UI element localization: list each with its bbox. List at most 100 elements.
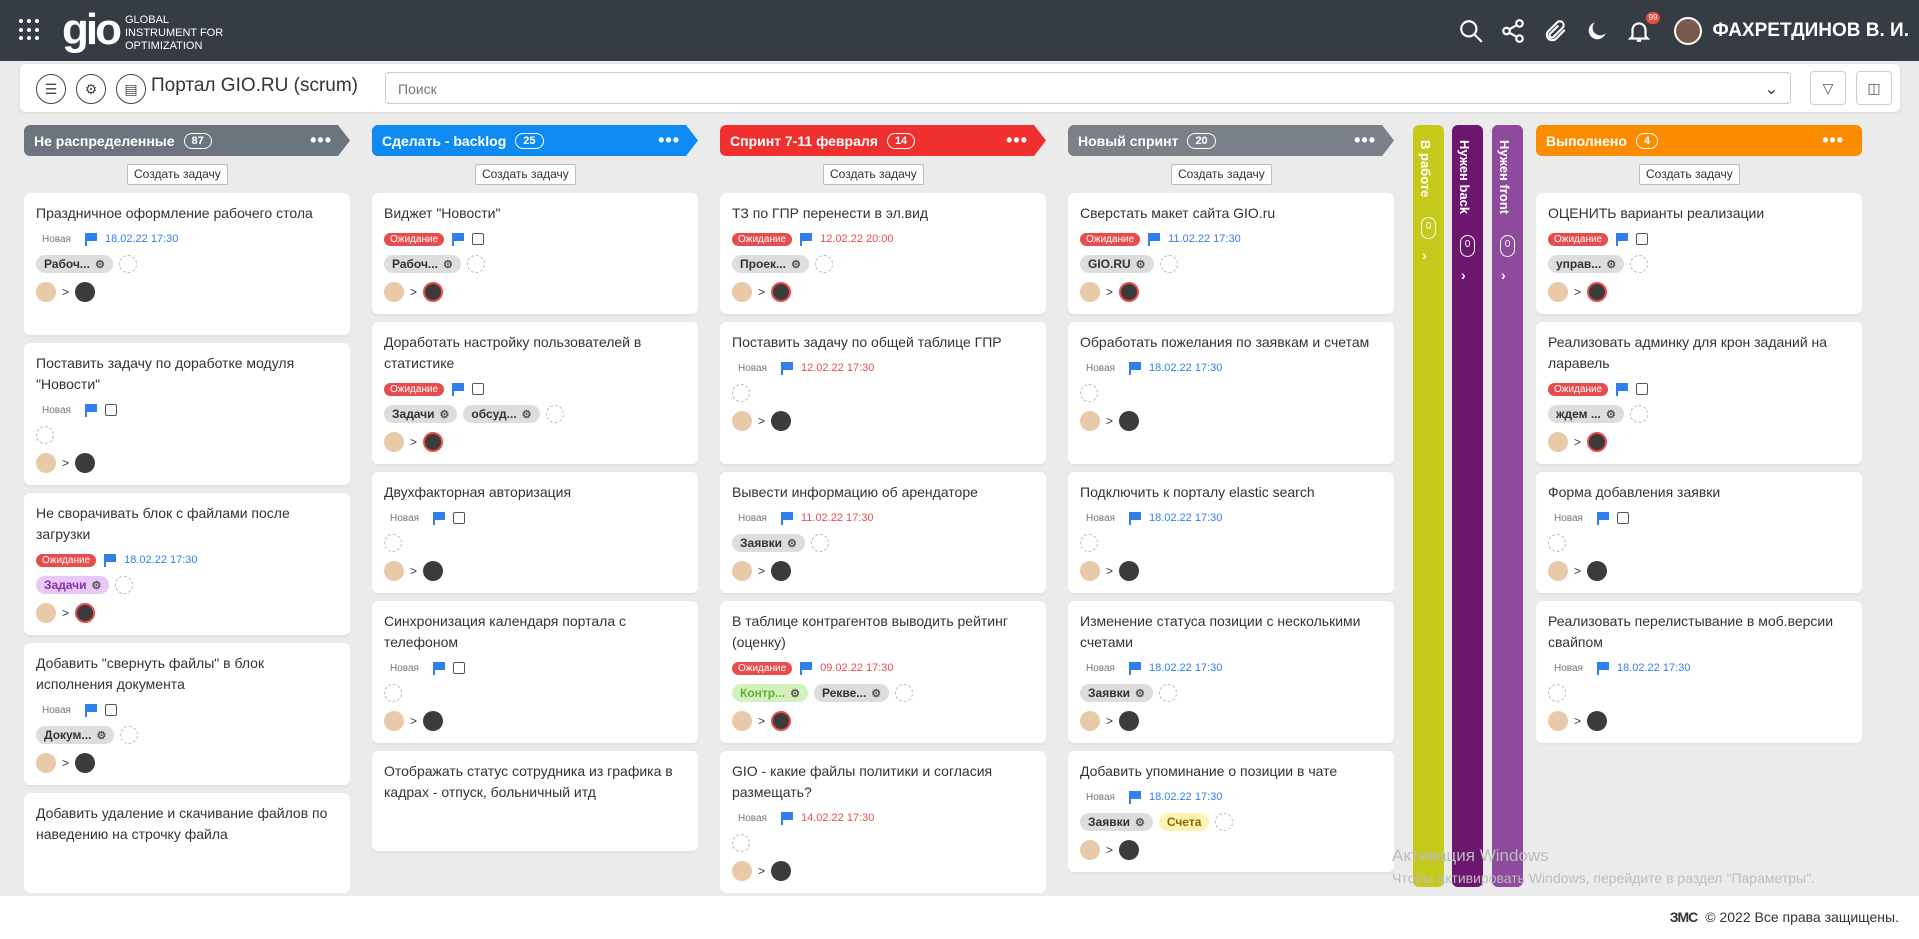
gear-icon[interactable]: ⚙ <box>1135 816 1145 829</box>
calendar-icon[interactable] <box>1616 512 1629 524</box>
create-task-button[interactable]: Создать задачу <box>475 164 576 185</box>
calendar-icon[interactable] <box>472 233 485 245</box>
task-title[interactable]: Праздничное оформление рабочего стола <box>36 203 338 224</box>
author-avatar[interactable] <box>1080 840 1100 860</box>
flag-icon[interactable] <box>432 511 445 525</box>
flag-icon[interactable] <box>1596 661 1609 675</box>
task-title[interactable]: Виджет "Новости" <box>384 203 686 224</box>
task-title[interactable]: ТЗ по ГПР перенести в эл.вид <box>732 203 1034 224</box>
flag-icon[interactable] <box>1128 511 1141 525</box>
task-title[interactable]: Подключить к порталу elastic search <box>1080 482 1382 503</box>
create-task-button[interactable]: Создать задачу <box>127 164 228 185</box>
task-tag[interactable]: Рабоч... ⚙ <box>384 255 461 273</box>
task-card[interactable]: Двухфакторная авторизация Новая > <box>372 472 698 593</box>
task-tag[interactable]: Рабоч... ⚙ <box>36 255 113 273</box>
task-title[interactable]: Обработать пожелания по заявкам и счетам <box>1080 332 1382 353</box>
task-title[interactable]: Добавить удаление и скачивание файлов по… <box>36 803 338 845</box>
add-tag-icon[interactable] <box>115 576 134 594</box>
author-avatar[interactable] <box>384 711 404 731</box>
author-avatar[interactable] <box>732 411 752 431</box>
add-tag-icon[interactable] <box>1159 255 1178 273</box>
assignee-avatar[interactable] <box>423 282 444 302</box>
task-card[interactable]: Виджет "Новости" Ожидание Рабоч... ⚙ > <box>372 193 698 314</box>
column-header[interactable]: Новый спринт 20 ••• <box>1068 125 1394 156</box>
task-card[interactable]: Добавить удаление и скачивание файлов по… <box>24 793 350 893</box>
author-avatar[interactable] <box>1548 432 1568 452</box>
flag-icon[interactable] <box>1616 382 1629 396</box>
task-card[interactable]: GIO - какие файлы политики и согласия ра… <box>720 751 1046 893</box>
add-tag-icon[interactable] <box>120 726 139 744</box>
task-tag[interactable]: ждем ... ⚙ <box>1548 405 1624 423</box>
flag-icon[interactable] <box>1128 790 1141 804</box>
add-tag-icon[interactable] <box>1548 684 1566 702</box>
task-tag[interactable]: управ... ⚙ <box>1548 255 1625 273</box>
assignee-avatar[interactable] <box>1119 840 1140 860</box>
task-title[interactable]: Реализовать админку для крон заданий на … <box>1548 332 1850 374</box>
task-title[interactable]: Отображать статус сотрудника из графика … <box>384 761 686 803</box>
author-avatar[interactable] <box>1080 282 1100 302</box>
assignee-avatar[interactable] <box>1587 282 1608 302</box>
assignee-avatar[interactable] <box>771 861 792 881</box>
task-card[interactable]: Добавить упоминание о позиции в чате Нова… <box>1068 751 1394 872</box>
calendar-icon[interactable] <box>1636 233 1649 245</box>
calendar-icon[interactable] <box>472 383 485 395</box>
author-avatar[interactable] <box>732 282 752 302</box>
assignee-avatar[interactable] <box>75 753 96 773</box>
task-title[interactable]: Не сворачивать блок с файлами после загр… <box>36 503 338 545</box>
columns-icon[interactable]: ◫ <box>1856 71 1892 105</box>
flag-icon[interactable] <box>84 403 97 417</box>
flag-icon[interactable] <box>432 661 445 675</box>
filter-icon[interactable]: ▽ <box>1810 71 1846 105</box>
calendar-icon[interactable] <box>104 404 117 416</box>
avatar[interactable] <box>1674 16 1703 45</box>
add-tag-icon[interactable] <box>732 834 750 852</box>
menu-icon[interactable]: ☰ <box>36 74 66 104</box>
create-task-button[interactable]: Создать задачу <box>1171 164 1272 185</box>
author-avatar[interactable] <box>384 282 404 302</box>
flag-icon[interactable] <box>1616 232 1629 246</box>
author-avatar[interactable] <box>732 861 752 881</box>
assignee-avatar[interactable] <box>423 711 444 731</box>
task-title[interactable]: Сверстать макет сайта GIO.ru <box>1080 203 1382 224</box>
assignee-avatar[interactable] <box>75 282 96 302</box>
gear-icon[interactable]: ⚙ <box>443 258 453 271</box>
flag-icon[interactable] <box>1596 511 1609 525</box>
column-header[interactable]: Спринт 7-11 февраля 14 ••• <box>720 125 1046 156</box>
task-tag[interactable]: Заявки ⚙ <box>1080 684 1153 702</box>
task-title[interactable]: Вывести информацию об арендаторе <box>732 482 1034 503</box>
add-tag-icon[interactable] <box>118 255 137 273</box>
task-card[interactable]: Отображать статус сотрудника из графика … <box>372 751 698 851</box>
more-icon[interactable]: ••• <box>1822 130 1844 151</box>
author-avatar[interactable] <box>1080 561 1100 581</box>
calendar-icon[interactable] <box>452 512 465 524</box>
calendar-icon[interactable] <box>1636 383 1649 395</box>
task-card[interactable]: Синхронизация календаря портала с телефо… <box>372 601 698 743</box>
task-tag[interactable]: Рекве... ⚙ <box>814 684 890 702</box>
more-icon[interactable]: ••• <box>658 130 680 151</box>
gear-icon[interactable]: ⚙ <box>787 537 797 550</box>
card-view-icon[interactable]: ▤ <box>116 74 146 104</box>
task-card[interactable]: Реализовать перелистывание в моб.версии … <box>1536 601 1862 743</box>
assignee-avatar[interactable] <box>1119 282 1140 302</box>
add-tag-icon[interactable] <box>810 534 829 552</box>
flag-icon[interactable] <box>84 703 97 717</box>
author-avatar[interactable] <box>1548 561 1568 581</box>
add-tag-icon[interactable] <box>1629 405 1648 423</box>
gear-icon[interactable]: ⚙ <box>1606 408 1616 421</box>
add-tag-icon[interactable] <box>1158 684 1177 702</box>
more-icon[interactable]: ••• <box>1354 130 1376 151</box>
author-avatar[interactable] <box>732 711 752 731</box>
flag-icon[interactable] <box>1148 232 1161 246</box>
flag-icon[interactable] <box>800 232 813 246</box>
create-task-button[interactable]: Создать задачу <box>823 164 924 185</box>
task-card[interactable]: Поставить задачу по доработке модуля "Но… <box>24 343 350 485</box>
add-tag-icon[interactable] <box>732 384 750 402</box>
gear-icon[interactable]: ⚙ <box>791 258 801 271</box>
task-tag[interactable]: Задачи ⚙ <box>36 576 110 594</box>
author-avatar[interactable] <box>384 561 404 581</box>
task-card[interactable]: Подключить к порталу elastic search Новая… <box>1068 472 1394 593</box>
user-name[interactable]: ФАХРЕТДИНОВ В. И. <box>1712 20 1909 42</box>
moon-icon[interactable] <box>1584 18 1610 44</box>
task-tag[interactable]: GIO.RU ⚙ <box>1080 255 1154 273</box>
assignee-avatar[interactable] <box>423 432 444 452</box>
